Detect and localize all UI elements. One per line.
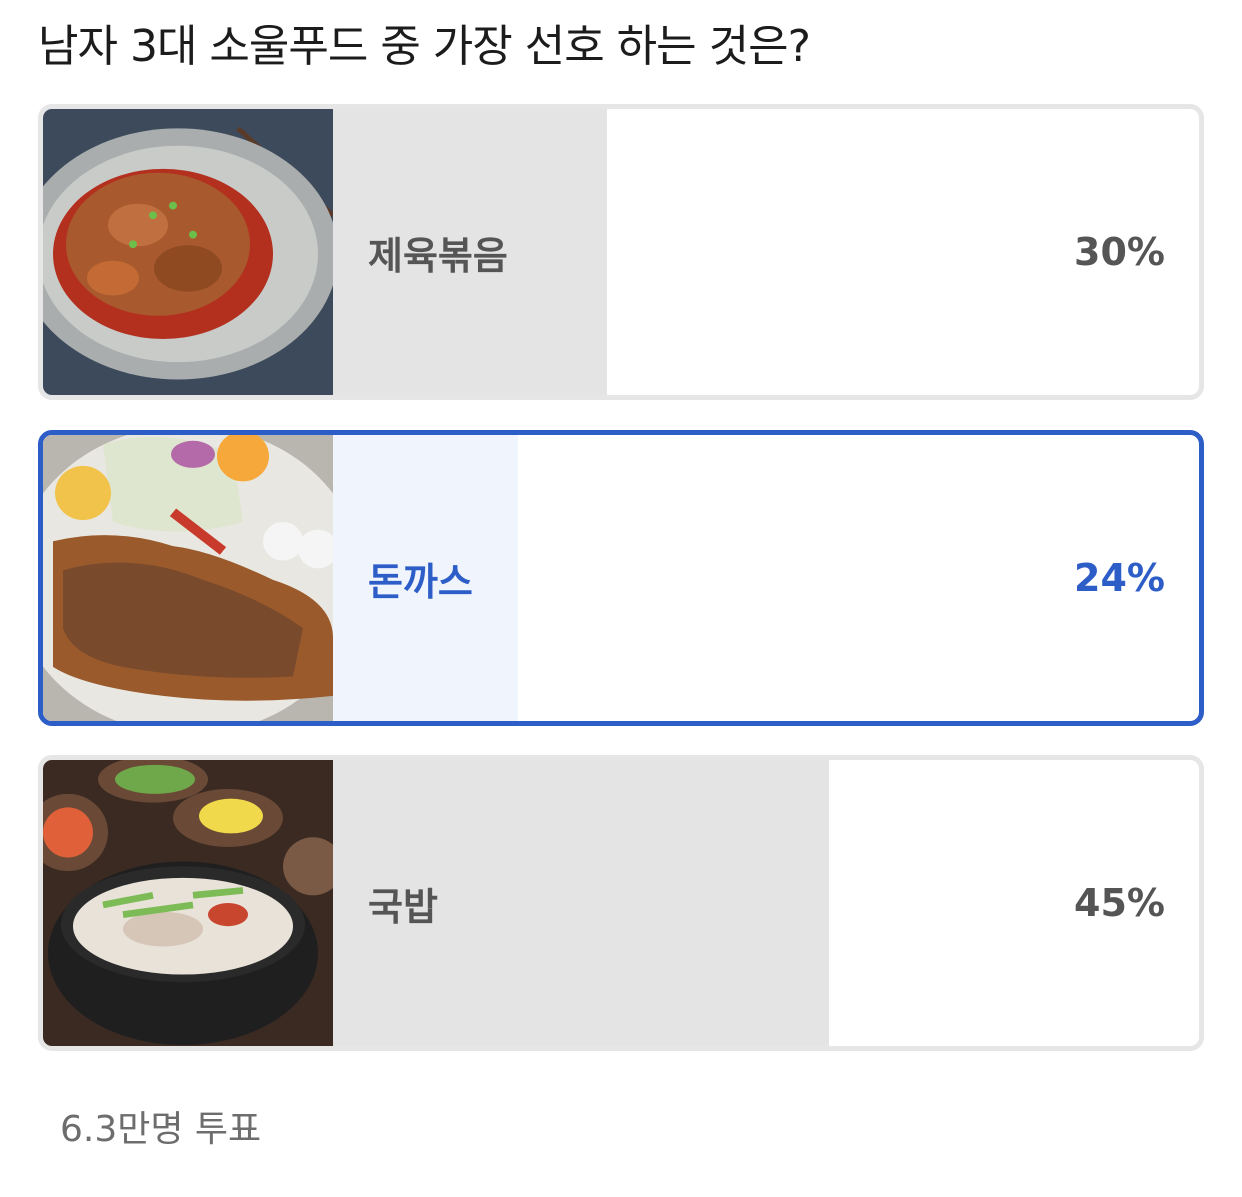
option-label: 돈까스 bbox=[368, 559, 473, 604]
poll-option-gukbap[interactable]: 국밥 45% bbox=[38, 755, 1204, 1051]
option-label: 제육볶음 bbox=[368, 233, 508, 278]
option-percent: 30% bbox=[1074, 230, 1165, 274]
poll-question: 남자 3대 소울푸드 중 가장 선호 하는 것은? bbox=[38, 21, 811, 72]
option-label: 국밥 bbox=[368, 884, 438, 929]
jeyuk-bokkeum-photo bbox=[43, 109, 333, 395]
vote-count: 6.3만명 투표 bbox=[60, 1109, 262, 1150]
option-percent: 45% bbox=[1074, 881, 1165, 925]
poll-option-jeyuk[interactable]: 제육볶음 30% bbox=[38, 104, 1204, 400]
poll-option-donkatsu[interactable]: 돈까스 24% bbox=[38, 430, 1204, 726]
option-percent: 24% bbox=[1074, 556, 1165, 600]
gukbap-photo bbox=[43, 760, 333, 1046]
donkatsu-photo bbox=[43, 435, 333, 721]
